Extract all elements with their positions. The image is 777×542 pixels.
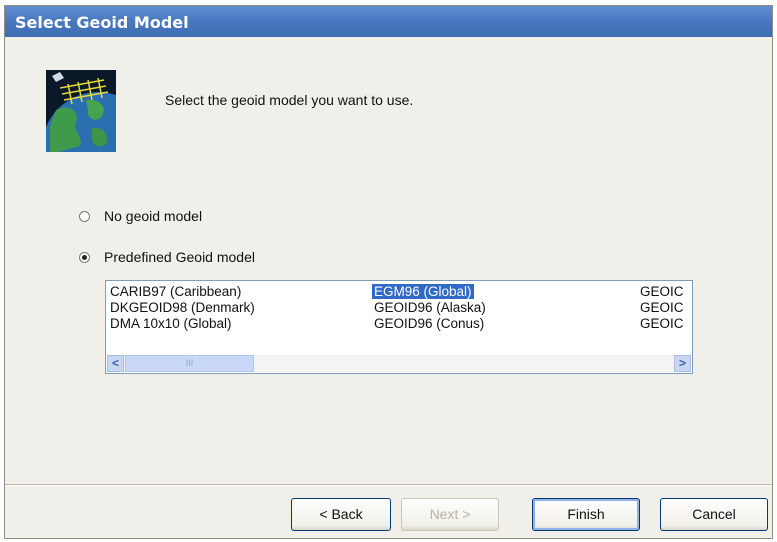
horizontal-scrollbar[interactable]: < III > (107, 355, 691, 372)
dialog-window: Select Geoid Model Select the geoid mode… (4, 5, 773, 539)
list-item[interactable]: GEOIC (640, 300, 684, 315)
scroll-right-icon[interactable]: > (674, 355, 691, 372)
window-title: Select Geoid Model (15, 13, 189, 32)
instruction-text: Select the geoid model you want to use. (165, 92, 414, 108)
list-item[interactable]: GEOID96 (Conus) (374, 316, 484, 331)
footer-divider (5, 484, 772, 486)
list-row: CARIB97 (Caribbean) EGM96 (Global) GEOIC (106, 284, 692, 300)
radio-no-geoid-model[interactable]: No geoid model (79, 208, 202, 224)
list-item[interactable]: GEOIC (640, 316, 684, 331)
title-bar[interactable]: Select Geoid Model (5, 6, 772, 37)
geoid-model-list[interactable]: CARIB97 (Caribbean) EGM96 (Global) GEOIC… (105, 280, 693, 374)
scroll-left-icon[interactable]: < (107, 355, 124, 372)
list-row: DMA 10x10 (Global) GEOID96 (Conus) GEOIC (106, 316, 692, 332)
list-item-selected[interactable]: EGM96 (Global) (372, 284, 474, 299)
radio-unchecked-icon[interactable] (79, 210, 90, 222)
radio-predefined-label[interactable]: Predefined Geoid model (104, 249, 255, 265)
list-item[interactable]: GEOIC (640, 284, 684, 299)
list-item[interactable]: CARIB97 (Caribbean) (110, 284, 241, 299)
globe-grid-icon (46, 70, 116, 152)
finish-button[interactable]: Finish (532, 498, 640, 531)
list-item[interactable]: GEOID96 (Alaska) (374, 300, 486, 315)
radio-no-geoid-label[interactable]: No geoid model (104, 208, 202, 224)
cancel-button[interactable]: Cancel (660, 498, 768, 531)
radio-checked-icon[interactable] (79, 251, 90, 263)
list-item[interactable]: DMA 10x10 (Global) (110, 316, 232, 331)
next-button[interactable]: Next > (401, 498, 499, 531)
scrollbar-thumb[interactable]: III (125, 355, 254, 372)
list-item[interactable]: DKGEOID98 (Denmark) (110, 300, 255, 315)
list-row: DKGEOID98 (Denmark) GEOID96 (Alaska) GEO… (106, 300, 692, 316)
back-button[interactable]: < Back (291, 498, 391, 531)
radio-predefined-geoid-model[interactable]: Predefined Geoid model (79, 249, 255, 265)
